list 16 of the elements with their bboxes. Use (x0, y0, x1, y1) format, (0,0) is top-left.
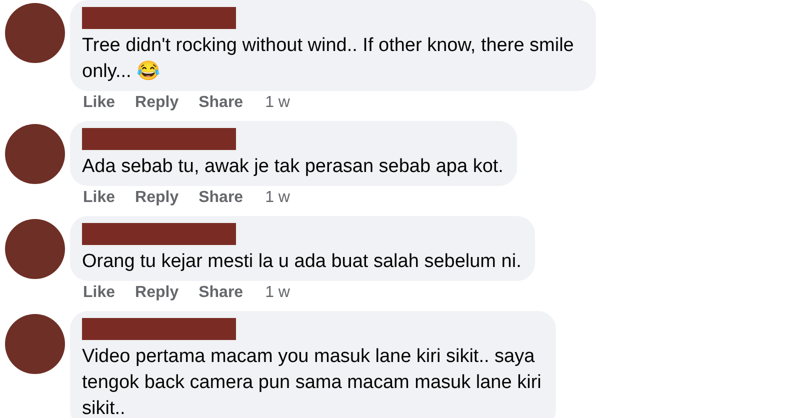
timestamp[interactable]: 1 w (265, 94, 290, 112)
action-link[interactable]: Like (83, 94, 116, 112)
action-link[interactable]: Reply (135, 284, 179, 302)
comment-text: Tree didn't rocking without wind.. If other know, there smile only... 😂 (82, 34, 575, 84)
action-link[interactable]: Reply (135, 189, 179, 207)
action-link[interactable]: Share (198, 94, 244, 112)
comment-text: Video pertama macam you masuk lane kiri sikit.. saya tengok back camera pun sama macam masuk lane kiri sikit.. (82, 345, 542, 418)
comment-text: Ada sebab tu, awak je tak perasan sebab apa kot. (82, 155, 504, 179)
action-link[interactable]: Share (198, 189, 244, 207)
timestamp[interactable]: 1 w (265, 189, 290, 207)
comment-text: Orang tu kejar mesti la u ada buat salah sebelum ni. (82, 250, 522, 274)
action-link[interactable]: Like (83, 189, 116, 207)
action-link[interactable]: Like (83, 284, 116, 302)
action-link[interactable]: Share (198, 284, 244, 302)
action-link[interactable]: Reply (135, 94, 179, 112)
timestamp[interactable]: 1 w (265, 284, 290, 302)
